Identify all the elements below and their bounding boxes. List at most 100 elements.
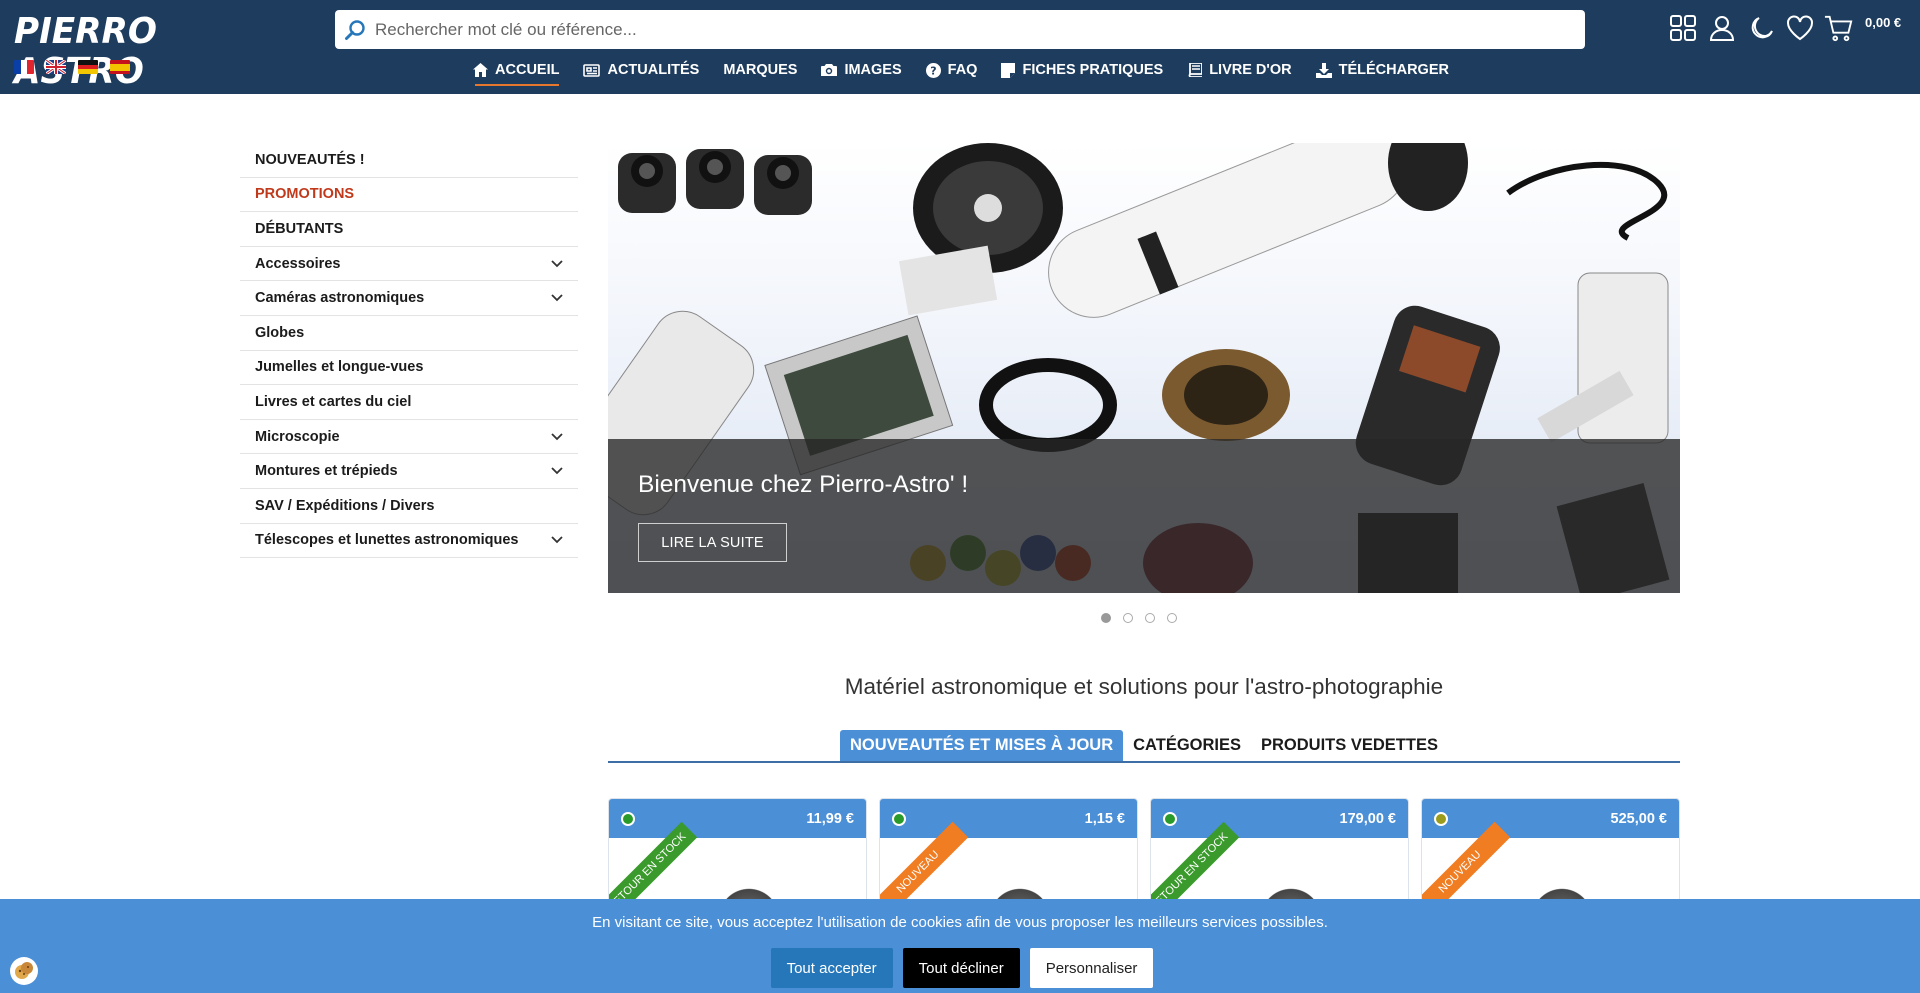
decline-all-button[interactable]: Tout décliner (902, 948, 1020, 988)
cart-icon[interactable] (1824, 13, 1854, 43)
camera-icon (821, 64, 838, 76)
cookie-actions: Tout accepter Tout décliner Personnalise… (0, 948, 1920, 988)
chevron-down-icon[interactable] (551, 536, 563, 544)
sidebar-item[interactable]: NOUVEAUTÉS ! (240, 143, 578, 178)
stock-status-icon (1163, 811, 1177, 826)
sidebar-item[interactable]: Montures et trépieds (240, 454, 578, 489)
newspaper-icon (583, 63, 601, 77)
sidebar-item-label: SAV / Expéditions / Divers (255, 497, 435, 514)
product-price: 1,15 € (1084, 810, 1125, 827)
chevron-down-icon[interactable] (551, 467, 563, 475)
slider-dot-3[interactable] (1145, 613, 1155, 623)
book-icon (1188, 63, 1203, 77)
chevron-down-icon[interactable] (551, 259, 563, 268)
sidebar-item-label: Télescopes et lunettes astronomiques (255, 532, 519, 549)
sidebar-item[interactable]: DÉBUTANTS (240, 212, 578, 247)
sidebar-item-label: Livres et cartes du ciel (255, 393, 412, 410)
question-icon: ? (925, 62, 941, 78)
slider-dot-2[interactable] (1123, 613, 1133, 623)
dark-mode-moon-icon[interactable] (1746, 13, 1776, 43)
header-tools: 0,00 € (1668, 10, 1901, 46)
nav-label: IMAGES (844, 62, 902, 78)
nav-livre-dor[interactable]: LIVRE D'OR (1187, 56, 1292, 84)
cookie-settings-icon[interactable] (10, 957, 38, 985)
nav-label: LIVRE D'OR (1209, 62, 1292, 78)
sidebar-item[interactable]: Accessoires (240, 247, 578, 282)
sidebar-item-label: Microscopie (255, 428, 340, 445)
nav-label: FICHES PRATIQUES (1022, 62, 1164, 78)
hero-caption-overlay (608, 439, 1680, 593)
nav-label: ACTUALITÉS (607, 62, 700, 78)
download-icon (1315, 62, 1332, 78)
product-price: 11,99 € (806, 810, 854, 827)
tab-nouveautes[interactable]: NOUVEAUTÉS ET MISES À JOUR (840, 730, 1124, 761)
slider-dot-4[interactable] (1167, 613, 1177, 623)
stock-status-icon (892, 811, 906, 826)
product-card-header: 1,15 € (880, 799, 1137, 838)
sidebar-item-label: DÉBUTANTS (255, 220, 344, 237)
product-price: 525,00 € (1610, 810, 1667, 827)
search-input[interactable] (375, 14, 1585, 45)
sidebar-item[interactable]: Caméras astronomiques (240, 281, 578, 316)
cookie-banner: En visitant ce site, vous acceptez l'uti… (0, 899, 1920, 993)
sidebar-item-label: PROMOTIONS (255, 186, 355, 203)
product-card-header: 179,00 € (1151, 799, 1408, 838)
site-header: PIERRO ASTRO 0,00 € (0, 0, 1920, 94)
user-account-icon[interactable] (1707, 13, 1737, 43)
cookie-message: En visitant ce site, vous acceptez l'uti… (592, 914, 1328, 931)
stock-status-icon (1434, 811, 1448, 826)
site-tagline: Matériel astronomique et solutions pour … (844, 674, 1444, 699)
cart-total[interactable]: 0,00 € (1865, 15, 1901, 30)
sidebar-item-label: Caméras astronomiques (255, 290, 425, 307)
nav-fiches-pratiques[interactable]: FICHES PRATIQUES (1001, 56, 1163, 84)
nav-actualites[interactable]: ACTUALITÉS (583, 56, 699, 84)
sidebar-item-label: Montures et trépieds (255, 463, 398, 480)
sidebar-item-label: NOUVEAUTÉS ! (255, 151, 365, 168)
accept-all-button[interactable]: Tout accepter (770, 948, 893, 988)
nav-faq[interactable]: ? FAQ (925, 56, 978, 84)
grid-menu-icon[interactable] (1668, 13, 1698, 43)
sidebar-item-label: Globes (255, 324, 305, 341)
site-logo[interactable]: PIERRO ASTRO (14, 12, 234, 92)
product-tabs: NOUVEAUTÉS ET MISES À JOUR CATÉGORIES PR… (608, 730, 1680, 763)
sidebar-item-label: Jumelles et longue-vues (255, 359, 424, 376)
product-card-header: 525,00 € (1422, 799, 1679, 838)
chevron-down-icon[interactable] (551, 294, 563, 302)
svg-text:?: ? (930, 64, 936, 77)
home-icon (473, 63, 489, 77)
hero-slider[interactable]: Bienvenue chez Pierro-Astro' ! LIRE LA S… (608, 143, 1680, 593)
hero-title: Bienvenue chez Pierro-Astro' ! (638, 471, 969, 498)
slider-dot-1[interactable] (1101, 613, 1111, 623)
sidebar-item[interactable]: SAV / Expéditions / Divers (240, 489, 578, 524)
slider-dots (1101, 613, 1177, 623)
note-icon (1001, 62, 1016, 78)
nav-label: MARQUES (723, 62, 798, 78)
main-navigation: ACCUEIL ACTUALITÉS MARQUES IMAGES ? FAQ … (0, 56, 1920, 86)
sidebar-item[interactable]: Microscopie (240, 420, 578, 455)
tab-produits-vedettes[interactable]: PRODUITS VEDETTES (1251, 730, 1448, 761)
nav-label: TÉLÉCHARGER (1338, 62, 1449, 78)
sidebar-item[interactable]: Jumelles et longue-vues (240, 351, 578, 386)
search-bar (335, 10, 1585, 49)
product-price: 179,00 € (1339, 810, 1396, 827)
tab-categories[interactable]: CATÉGORIES (1123, 730, 1251, 761)
sidebar-item[interactable]: Télescopes et lunettes astronomiques (240, 524, 578, 559)
nav-accueil[interactable]: ACCUEIL (473, 56, 560, 86)
product-card-header: 11,99 € (609, 799, 866, 838)
customize-button[interactable]: Personnaliser (1029, 948, 1154, 988)
stock-status-icon (621, 811, 635, 826)
chevron-down-icon[interactable] (551, 432, 563, 441)
nav-label: FAQ (947, 62, 978, 78)
wishlist-heart-icon[interactable] (1785, 13, 1815, 43)
sidebar-item-label: Accessoires (255, 255, 341, 272)
sidebar-item[interactable]: PROMOTIONS (240, 178, 578, 213)
nav-images[interactable]: IMAGES (821, 56, 902, 84)
nav-marques[interactable]: MARQUES (723, 56, 797, 84)
sidebar-item[interactable]: Globes (240, 316, 578, 351)
nav-telecharger[interactable]: TÉLÉCHARGER (1315, 56, 1449, 84)
sidebar-item[interactable]: Livres et cartes du ciel (240, 385, 578, 420)
search-icon[interactable] (335, 10, 375, 49)
nav-label: ACCUEIL (495, 62, 560, 78)
category-sidebar: NOUVEAUTÉS ! PROMOTIONS DÉBUTANTS Accessoir… (240, 143, 578, 559)
read-more-button[interactable]: LIRE LA SUITE (638, 523, 787, 562)
